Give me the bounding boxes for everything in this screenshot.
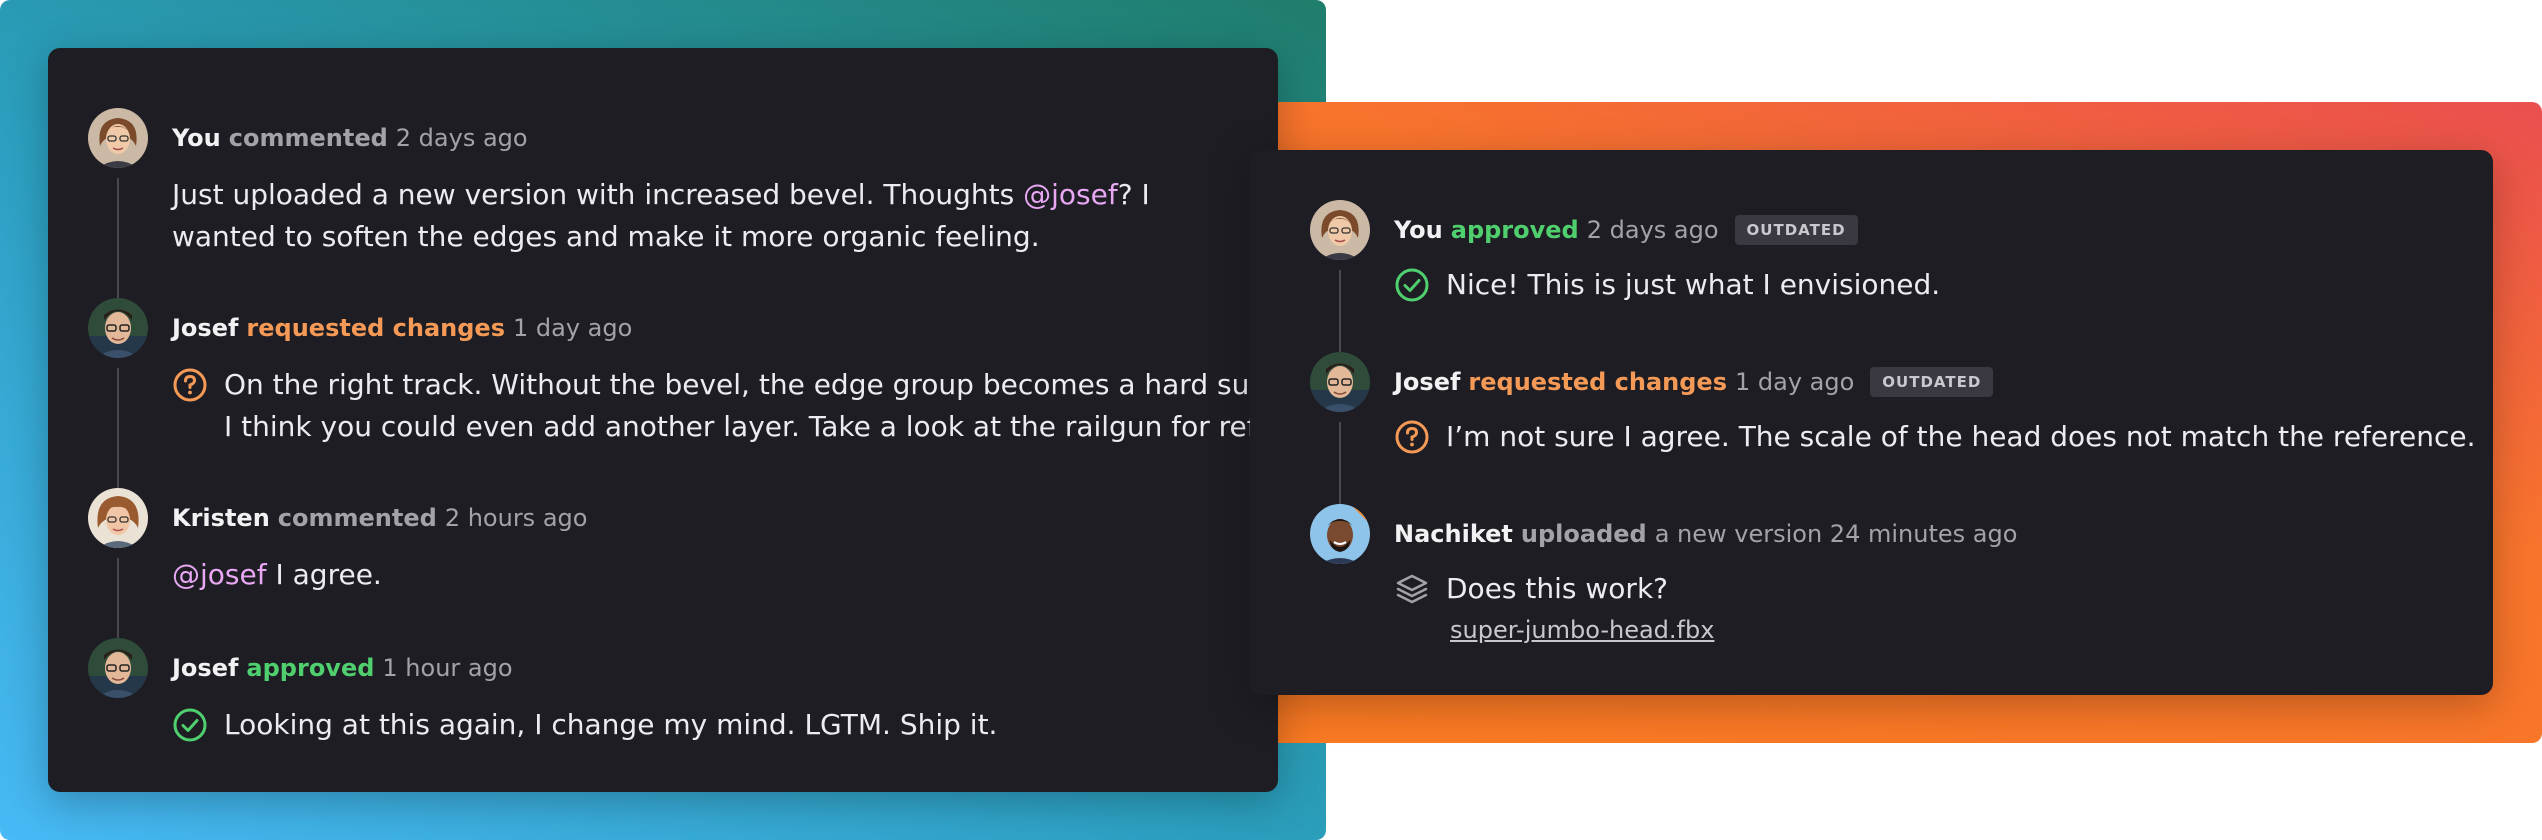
thread-connector xyxy=(117,178,119,298)
avatar-josef[interactable] xyxy=(88,638,148,698)
action-label: requested changes xyxy=(246,314,505,342)
comment-header: Nachiket uploaded a new version 24 minut… xyxy=(1394,504,2493,564)
avatar-josef[interactable] xyxy=(88,298,148,358)
author-name[interactable]: You xyxy=(172,124,221,152)
comment-body: Just uploaded a new version with increas… xyxy=(172,174,1278,258)
action-label: commented xyxy=(228,124,388,152)
comment-text: wanted to soften the edges and make it m… xyxy=(172,220,1040,253)
comment-text: I think you could even add another layer… xyxy=(224,410,1264,443)
layers-icon xyxy=(1394,571,1430,607)
comment-body: On the right track. Without the bevel, t… xyxy=(172,364,1278,448)
avatar-you[interactable] xyxy=(88,108,148,168)
author-name[interactable]: Josef xyxy=(172,314,238,342)
comment-text: On the right track. Without the bevel, t… xyxy=(224,368,1278,401)
comment-body: Nice! This is just what I envisioned. xyxy=(1394,264,2493,306)
thread-connector xyxy=(117,368,119,488)
avatar-nachiket[interactable] xyxy=(1310,504,1370,564)
outdated-badge: OUTDATED xyxy=(1734,215,1858,245)
timestamp[interactable]: 2 days ago xyxy=(1587,216,1719,244)
action-label: uploaded xyxy=(1520,520,1647,548)
comment-entry: Kristen commented 2 hours ago @josef I a… xyxy=(88,488,1278,638)
comment-text: ? I xyxy=(1117,178,1150,211)
comment-text: Does this work? xyxy=(1446,572,1669,605)
author-name[interactable]: Kristen xyxy=(172,504,270,532)
avatar-josef[interactable] xyxy=(1310,352,1370,412)
timestamp[interactable]: 2 days ago xyxy=(396,124,528,152)
thread-connector xyxy=(1339,422,1341,504)
action-label: requested changes xyxy=(1468,368,1727,396)
right-comment-thread: You approved 2 days ago OUTDATED Nice! T… xyxy=(1310,200,2493,654)
comment-body: Does this work? xyxy=(1394,568,2493,610)
comment-entry: Josef requested changes 1 day ago OUTDAT… xyxy=(1310,352,2493,504)
comment-entry: You commented 2 days ago Just uploaded a… xyxy=(88,108,1278,298)
comment-entry: You approved 2 days ago OUTDATED Nice! T… xyxy=(1310,200,2493,352)
comment-text: Looking at this again, I change my mind.… xyxy=(224,708,998,741)
avatar-you[interactable] xyxy=(1310,200,1370,260)
timestamp[interactable]: 1 hour ago xyxy=(382,654,512,682)
action-label: approved xyxy=(1450,216,1579,244)
thread-connector xyxy=(117,558,119,638)
comment-header: Kristen commented 2 hours ago xyxy=(172,488,1278,548)
comment-entry: Josef requested changes 1 day ago On the… xyxy=(88,298,1278,488)
author-name[interactable]: You xyxy=(1394,216,1443,244)
timestamp[interactable]: 2 hours ago xyxy=(445,504,588,532)
comment-header: Josef requested changes 1 day ago OUTDAT… xyxy=(1394,352,2493,412)
comment-header: You approved 2 days ago OUTDATED xyxy=(1394,200,2493,260)
mention-link[interactable]: @josef xyxy=(172,558,267,591)
comment-body: Looking at this again, I change my mind.… xyxy=(172,704,1278,746)
timestamp[interactable]: 1 day ago xyxy=(513,314,632,342)
mention-link[interactable]: @josef xyxy=(1023,178,1118,211)
comment-body: I’m not sure I agree. The scale of the h… xyxy=(1394,416,2493,458)
right-comment-panel: You approved 2 days ago OUTDATED Nice! T… xyxy=(1250,150,2493,695)
outdated-badge: OUTDATED xyxy=(1870,367,1994,397)
comment-body: @josef I agree. xyxy=(172,554,1278,596)
thread-connector xyxy=(1339,270,1341,352)
question-circle-icon xyxy=(172,367,208,403)
action-label: approved xyxy=(246,654,375,682)
comment-entry: Josef approved 1 hour ago Looking at thi… xyxy=(88,638,1278,748)
left-comment-panel: You commented 2 days ago Just uploaded a… xyxy=(48,48,1278,792)
avatar-kristen[interactable] xyxy=(88,488,148,548)
comment-text: I’m not sure I agree. The scale of the h… xyxy=(1446,420,2476,453)
timestamp[interactable]: a new version 24 minutes ago xyxy=(1655,520,2018,548)
comment-text: Just uploaded a new version with increas… xyxy=(172,178,1024,211)
comment-entry: Nachiket uploaded a new version 24 minut… xyxy=(1310,504,2493,654)
comment-text: I agree. xyxy=(266,558,382,591)
check-circle-icon xyxy=(1394,267,1430,303)
question-circle-icon xyxy=(1394,419,1430,455)
comment-header: You commented 2 days ago xyxy=(172,108,1278,168)
comment-text: Nice! This is just what I envisioned. xyxy=(1446,268,1941,301)
check-circle-icon xyxy=(172,707,208,743)
comment-header: Josef approved 1 hour ago xyxy=(172,638,1278,698)
action-label: commented xyxy=(277,504,437,532)
left-comment-thread: You commented 2 days ago Just uploaded a… xyxy=(88,108,1278,748)
comment-header: Josef requested changes 1 day ago xyxy=(172,298,1278,358)
file-link[interactable]: super-jumbo-head.fbx xyxy=(1450,616,2493,644)
timestamp[interactable]: 1 day ago xyxy=(1735,368,1854,396)
author-name[interactable]: Josef xyxy=(172,654,238,682)
author-name[interactable]: Nachiket xyxy=(1394,520,1513,548)
author-name[interactable]: Josef xyxy=(1394,368,1460,396)
